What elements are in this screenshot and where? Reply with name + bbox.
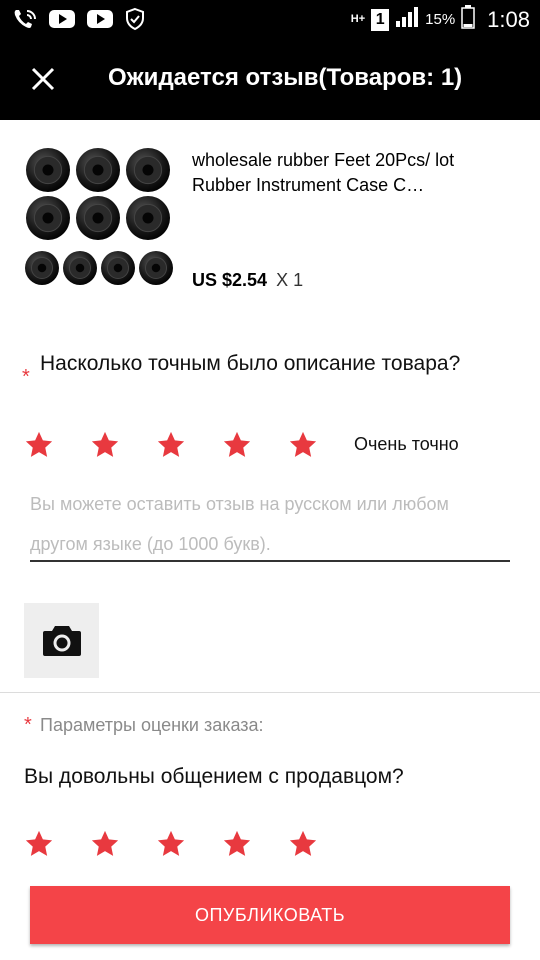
- rubber-feet-image: [25, 148, 173, 285]
- product-quantity: X 1: [276, 270, 304, 290]
- product-card[interactable]: wholesale rubber Feet 20Pcs/ lot Rubber …: [0, 120, 540, 310]
- camera-icon: [43, 626, 81, 656]
- star-icon[interactable]: [24, 430, 54, 460]
- product-name[interactable]: wholesale rubber Feet 20Pcs/ lot Rubber …: [192, 148, 512, 198]
- page-title: Ожидается отзыв(Товаров: 1): [108, 64, 463, 91]
- battery-icon: [461, 5, 475, 34]
- clock: 1:08: [487, 6, 530, 32]
- sim-slot: 1: [375, 10, 385, 28]
- star-icon[interactable]: [90, 430, 120, 460]
- phone-wifi-icon: [12, 7, 38, 36]
- star-icon[interactable]: [156, 430, 186, 460]
- close-icon: [26, 67, 60, 100]
- review-input[interactable]: Вы можете оставить отзыв на русском или …: [30, 484, 510, 562]
- star-icon[interactable]: [222, 430, 252, 460]
- product-image[interactable]: [22, 146, 178, 292]
- network-type: H+: [350, 13, 366, 25]
- sim-icon: 1: [371, 8, 390, 31]
- star-icon[interactable]: [90, 829, 120, 859]
- seller-communication-question: Вы довольны общением с продавцом?: [24, 765, 404, 788]
- close-button[interactable]: [26, 62, 60, 96]
- product-price: US $2.54: [192, 270, 268, 290]
- required-asterisk: *: [22, 366, 30, 388]
- order-params-label: Параметры оценки заказа:: [40, 715, 264, 735]
- star-icon[interactable]: [288, 829, 318, 859]
- description-question: Насколько точным было описание товара?: [40, 352, 461, 375]
- description-star-rating[interactable]: [24, 430, 354, 460]
- star-icon[interactable]: [156, 829, 186, 859]
- battery-percent: 15%: [425, 11, 456, 28]
- shield-icon: [124, 7, 146, 36]
- add-photo-button[interactable]: [24, 603, 99, 678]
- publish-button[interactable]: ОПУБЛИКОВАТЬ: [30, 886, 510, 944]
- star-icon[interactable]: [24, 829, 54, 859]
- seller-star-rating[interactable]: [24, 829, 354, 859]
- youtube-icon: [86, 8, 114, 35]
- section-divider: [0, 692, 540, 693]
- star-icon[interactable]: [222, 829, 252, 859]
- status-bar: H+ 1 15% 1:08: [0, 0, 540, 38]
- signal-icon: [395, 6, 419, 33]
- star-icon[interactable]: [288, 430, 318, 460]
- rating-label: Очень точно: [354, 434, 459, 454]
- required-asterisk: *: [24, 714, 32, 736]
- product-price-row: US $2.54 X 1: [192, 270, 303, 291]
- toolbar: Ожидается отзыв(Товаров: 1): [0, 38, 540, 120]
- youtube-icon: [48, 8, 76, 35]
